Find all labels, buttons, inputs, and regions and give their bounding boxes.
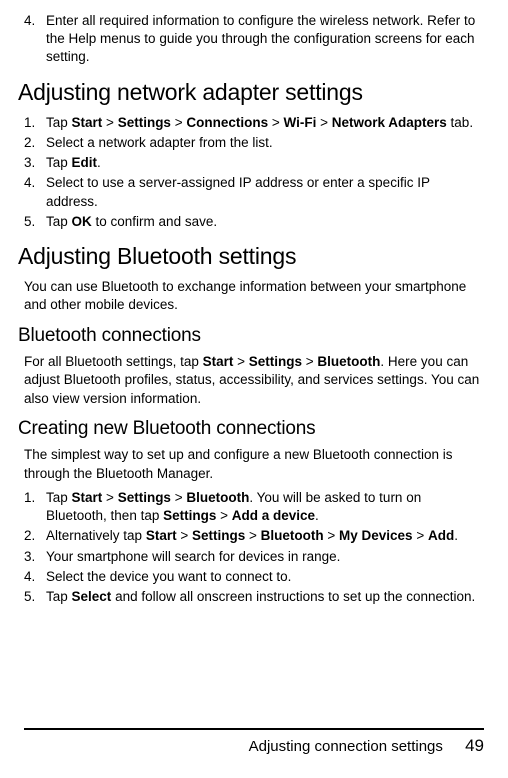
page-content: 4. Enter all required information to con… — [24, 12, 484, 606]
list-text: Tap Start > Settings > Bluetooth. You wi… — [46, 490, 421, 523]
list-text: Tap OK to confirm and save. — [46, 214, 217, 229]
page-footer: Adjusting connection settings 49 — [24, 728, 484, 756]
list-item: 1. Tap Start > Settings > Bluetooth. You… — [24, 489, 484, 525]
bluetooth-intro: You can use Bluetooth to exchange inform… — [24, 278, 484, 314]
list-number: 2. — [24, 134, 35, 152]
list-item: 5. Tap Select and follow all onscreen in… — [24, 588, 484, 606]
list-item: 4. Enter all required information to con… — [24, 12, 484, 67]
top-continued-list: 4. Enter all required information to con… — [24, 12, 484, 67]
list-number: 3. — [24, 548, 35, 566]
bt-connections-body: For all Bluetooth settings, tap Start > … — [24, 353, 484, 408]
list-text: Tap Select and follow all onscreen instr… — [46, 589, 475, 604]
list-item: 2. Alternatively tap Start > Settings > … — [24, 527, 484, 545]
list-item: 3. Your smartphone will search for devic… — [24, 548, 484, 566]
create-bt-steps: 1. Tap Start > Settings > Bluetooth. You… — [24, 489, 484, 606]
list-item: 4. Select to use a server-assigned IP ad… — [24, 174, 484, 210]
footer-rule — [24, 728, 484, 730]
footer-title: Adjusting connection settings — [249, 738, 443, 755]
adapter-steps: 1. Tap Start > Settings > Connections > … — [24, 114, 484, 231]
list-number: 5. — [24, 213, 35, 231]
list-item: 4. Select the device you want to connect… — [24, 568, 484, 586]
list-item: 1. Tap Start > Settings > Connections > … — [24, 114, 484, 132]
list-text: Alternatively tap Start > Settings > Blu… — [46, 528, 458, 543]
list-number: 5. — [24, 588, 35, 606]
heading-bluetooth: Adjusting Bluetooth settings — [18, 241, 484, 272]
list-number: 1. — [24, 114, 35, 132]
list-text: Tap Edit. — [46, 155, 101, 170]
list-text: Select to use a server-assigned IP addre… — [46, 175, 430, 208]
heading-bt-connections: Bluetooth connections — [18, 323, 484, 349]
list-text: Your smartphone will search for devices … — [46, 549, 340, 564]
list-item: 5. Tap OK to confirm and save. — [24, 213, 484, 231]
page-number: 49 — [465, 736, 484, 755]
footer-line: Adjusting connection settings 49 — [24, 736, 484, 756]
list-item: 3. Tap Edit. — [24, 154, 484, 172]
heading-create-bt: Creating new Bluetooth connections — [18, 416, 484, 442]
list-text: Select a network adapter from the list. — [46, 135, 273, 150]
list-text: Select the device you want to connect to… — [46, 569, 291, 584]
list-number: 1. — [24, 489, 35, 507]
list-number: 4. — [24, 12, 35, 30]
list-number: 4. — [24, 174, 35, 192]
create-bt-intro: The simplest way to set up and configure… — [24, 446, 484, 482]
list-item: 2. Select a network adapter from the lis… — [24, 134, 484, 152]
list-number: 2. — [24, 527, 35, 545]
list-text: Enter all required information to config… — [46, 13, 475, 64]
list-number: 3. — [24, 154, 35, 172]
heading-adapter: Adjusting network adapter settings — [18, 77, 484, 108]
list-text: Tap Start > Settings > Connections > Wi-… — [46, 115, 473, 130]
list-number: 4. — [24, 568, 35, 586]
